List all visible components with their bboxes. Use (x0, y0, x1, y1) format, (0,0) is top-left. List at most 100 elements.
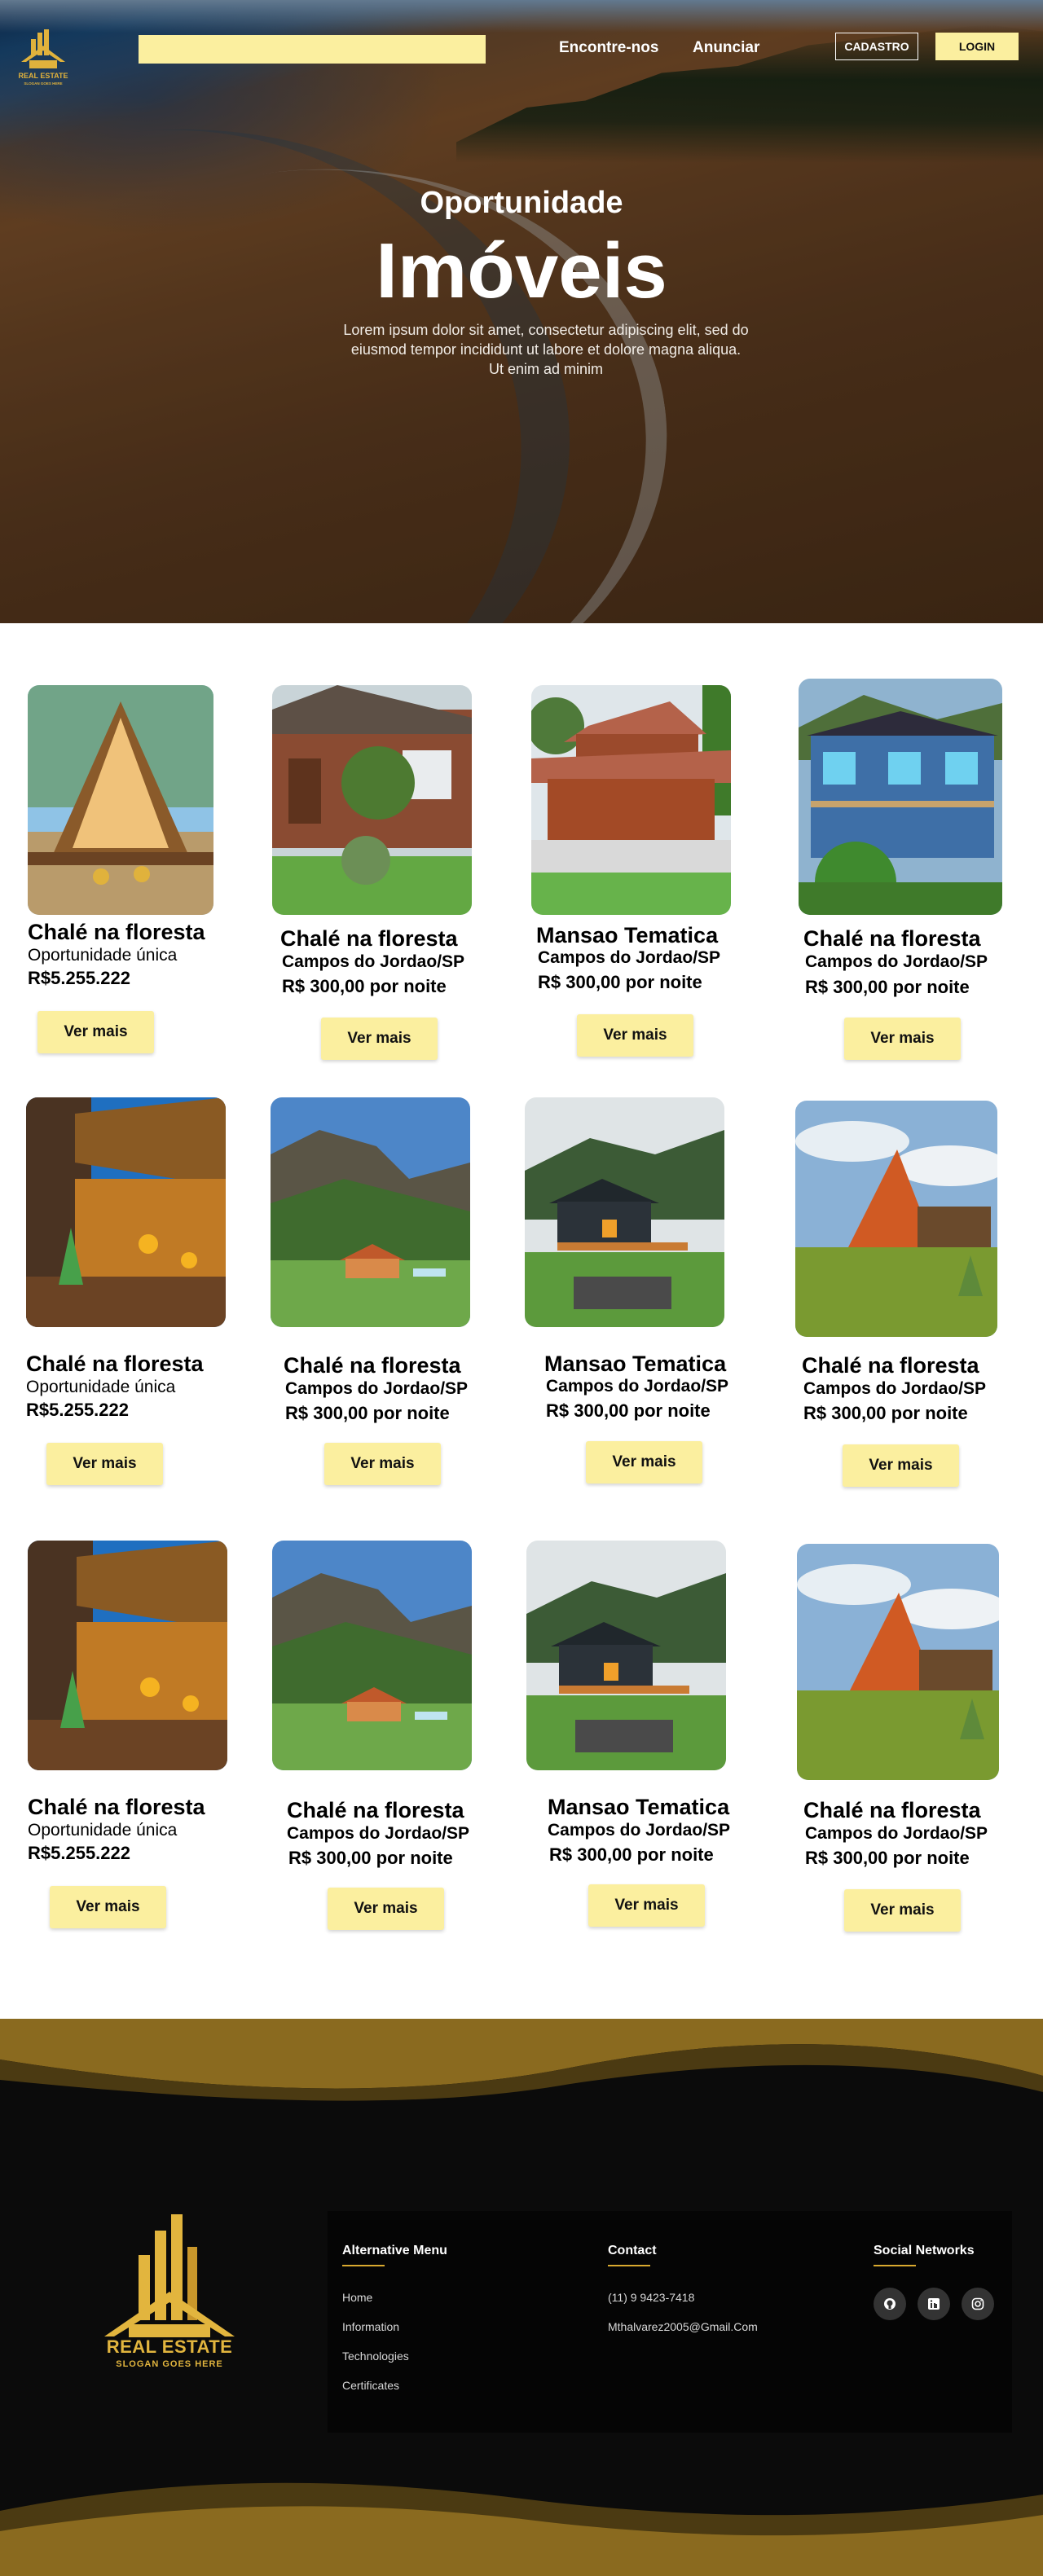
dark-cabin-deck-image (526, 1541, 726, 1770)
listing-title: Chalé na floresta (284, 1353, 461, 1378)
building-logo-icon: REAL ESTATE SLOGAN GOES HERE (18, 29, 68, 86)
listing-photo[interactable] (795, 1101, 997, 1337)
instagram-icon[interactable] (962, 2288, 994, 2320)
footer-top-wave (0, 2019, 1043, 2117)
listing-photo[interactable] (526, 1541, 726, 1770)
listing-title: Chalé na floresta (26, 1352, 204, 1376)
github-icon[interactable] (874, 2288, 906, 2320)
listing-title: Chalé na floresta (803, 926, 981, 951)
mountain-valley-house-image (272, 1541, 472, 1770)
social-networks-heading: Social Networks (874, 2244, 975, 2257)
listing-photo[interactable] (525, 1097, 724, 1327)
ver-mais-button[interactable]: Ver mais (844, 1018, 961, 1060)
listing-title: Chalé na floresta (28, 1795, 205, 1819)
listing-photo[interactable] (797, 1544, 999, 1780)
listing-title: Mansao Tematica (544, 1352, 727, 1376)
blue-wooden-house-image (799, 679, 1002, 915)
svg-text:REAL ESTATE: REAL ESTATE (18, 72, 68, 80)
listing-price: R$5.255.222 (28, 1843, 130, 1863)
listing-subtitle: Oportunidade única (28, 1821, 178, 1840)
listing-price: R$ 300,00 por noite (282, 976, 447, 996)
lit-wooden-deck-image (26, 1097, 226, 1327)
listing-subtitle: Oportunidade única (28, 946, 178, 965)
mountain-valley-house-image (271, 1097, 470, 1327)
orange-a-frame-image (797, 1544, 999, 1780)
listing-photo[interactable] (271, 1097, 470, 1327)
ver-mais-button[interactable]: Ver mais (588, 1884, 705, 1927)
contact-phone[interactable]: (11) 9 9423-7418 (608, 2291, 694, 2304)
listing-location: Campos do Jordao/SP (805, 1824, 988, 1843)
footer-logo-name: REAL ESTATE (106, 2336, 233, 2357)
listing-title: Chalé na floresta (287, 1798, 464, 1822)
listing-price: R$5.255.222 (28, 968, 130, 988)
footer-link-certificates[interactable]: Certificates (342, 2379, 399, 2392)
a-frame-chalet-image (28, 685, 213, 915)
lit-wooden-deck-image (28, 1541, 227, 1770)
svg-text:SLOGAN GOES HERE: SLOGAN GOES HERE (24, 81, 62, 86)
ver-mais-button[interactable]: Ver mais (37, 1011, 154, 1053)
contact-email[interactable]: Mthalvarez2005@Gmail.Com (608, 2320, 758, 2333)
listing-title: Chalé na floresta (28, 920, 205, 944)
listing-price: R$ 300,00 por noite (805, 977, 970, 997)
listing-photo[interactable] (28, 1541, 227, 1770)
listing-price: R$5.255.222 (26, 1400, 129, 1420)
hero-description: Lorem ipsum dolor sit amet, consectetur … (343, 322, 749, 377)
listing-location: Campos do Jordao/SP (285, 1379, 469, 1398)
dark-cabin-deck-image (525, 1097, 724, 1327)
linkedin-icon[interactable] (918, 2288, 950, 2320)
listing-photo[interactable] (26, 1097, 226, 1327)
listing-location: Campos do Jordao/SP (805, 952, 988, 971)
footer-link-technologies[interactable]: Technologies (342, 2350, 409, 2363)
search-input[interactable] (139, 35, 486, 64)
listing-photo[interactable] (531, 685, 731, 915)
listing-title: Chalé na floresta (280, 926, 458, 951)
alternative-menu-heading: Alternative Menu (342, 2244, 447, 2257)
ver-mais-button[interactable]: Ver mais (328, 1888, 444, 1930)
listing-title: Mansao Tematica (536, 923, 719, 947)
listing-price: R$ 300,00 por noite (549, 1844, 714, 1865)
hero-subtitle: Oportunidade (420, 186, 623, 220)
listing-photo[interactable] (28, 685, 213, 915)
listing-location: Campos do Jordao/SP (538, 948, 721, 967)
footer-bottom-wave (0, 2482, 1043, 2576)
listing-location: Campos do Jordao/SP (548, 1821, 731, 1840)
header-logo[interactable]: REAL ESTATE SLOGAN GOES HERE (16, 29, 70, 90)
orange-a-frame-image (795, 1101, 997, 1337)
wooden-house-garden-image (272, 685, 472, 915)
listing-photo[interactable] (799, 679, 1002, 915)
ver-mais-button[interactable]: Ver mais (50, 1886, 166, 1928)
listing-location: Campos do Jordao/SP (803, 1379, 987, 1398)
listing-price: R$ 300,00 por noite (803, 1403, 968, 1423)
listing-subtitle: Oportunidade única (26, 1378, 176, 1396)
footer: REAL ESTATE SLOGAN GOES HERE Alternative… (0, 2019, 1043, 2576)
cadastro-button[interactable]: CADASTRO (835, 33, 918, 60)
footer-link-information[interactable]: Information (342, 2320, 399, 2333)
listing-price: R$ 300,00 por noite (546, 1400, 711, 1421)
ver-mais-button[interactable]: Ver mais (844, 1889, 961, 1932)
ver-mais-button[interactable]: Ver mais (577, 1014, 693, 1057)
login-button[interactable]: LOGIN (935, 33, 1019, 60)
nav-link-encontre-nos[interactable]: Encontre-nos (559, 39, 658, 57)
listing-price: R$ 300,00 por noite (285, 1403, 450, 1423)
footer-link-home[interactable]: Home (342, 2291, 372, 2304)
listing-price: R$ 300,00 por noite (805, 1848, 970, 1868)
listing-price: R$ 300,00 por noite (288, 1848, 453, 1868)
listing-title: Chalé na floresta (802, 1353, 979, 1378)
listing-price: R$ 300,00 por noite (538, 972, 702, 992)
contact-heading: Contact (608, 2244, 657, 2257)
ver-mais-button[interactable]: Ver mais (843, 1444, 959, 1487)
ver-mais-button[interactable]: Ver mais (586, 1441, 702, 1484)
hero-title: Imóveis (376, 227, 667, 314)
hero-section: REAL ESTATE SLOGAN GOES HERE Encontre-no… (0, 0, 1043, 623)
listing-photo[interactable] (272, 1541, 472, 1770)
nav-link-anunciar[interactable]: Anunciar (693, 39, 759, 57)
ver-mais-button[interactable]: Ver mais (324, 1443, 441, 1485)
listing-title: Chalé na floresta (803, 1798, 981, 1822)
ver-mais-button[interactable]: Ver mais (321, 1018, 438, 1060)
listing-photo[interactable] (272, 685, 472, 915)
listing-location: Campos do Jordao/SP (546, 1377, 729, 1396)
red-wood-mansion-image (531, 685, 731, 915)
listing-title: Mansao Tematica (548, 1795, 730, 1819)
ver-mais-button[interactable]: Ver mais (46, 1443, 163, 1485)
footer-panel: Alternative Menu Home Information Techno… (328, 2211, 1012, 2433)
